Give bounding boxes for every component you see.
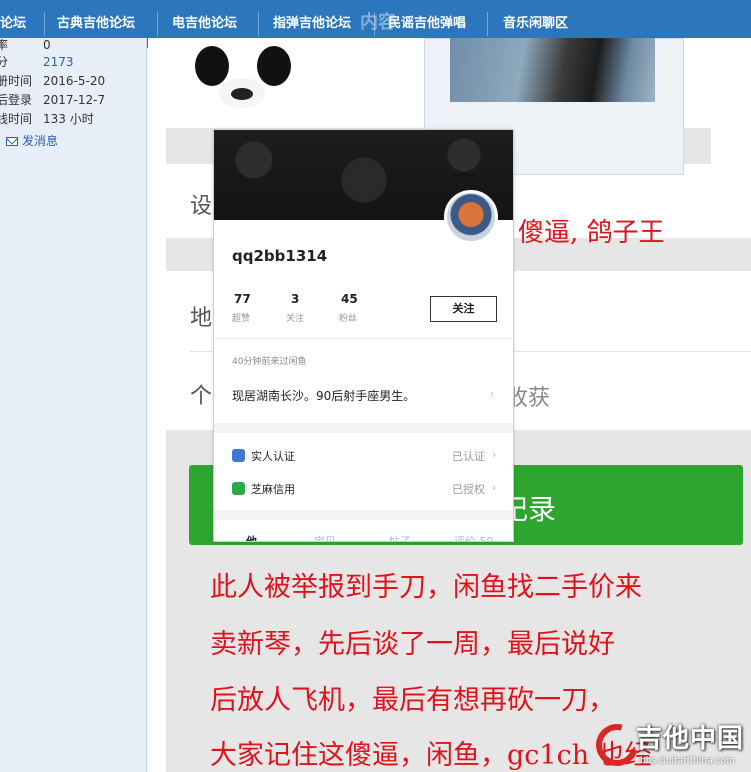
stat-label: 粉丝 bbox=[339, 314, 358, 324]
xianyu-profile-card: qq2bb1314 77 超赞 3 关注 45 粉丝 关注 40分钟前来过闲鱼 … bbox=[213, 129, 514, 542]
chevron-right-icon: › bbox=[492, 448, 497, 461]
points-link[interactable]: 2173 bbox=[43, 53, 74, 71]
nav-separator bbox=[44, 12, 45, 36]
stat-value: 3 bbox=[291, 292, 300, 306]
verification-label: 实人认证 bbox=[251, 450, 295, 463]
tab-him[interactable]: 他 bbox=[246, 533, 257, 541]
info-value: 2017-12-7 bbox=[43, 93, 106, 107]
info-key: 分 bbox=[0, 55, 9, 69]
info-key: 后登录 bbox=[0, 93, 33, 107]
username: qq2bb1314 bbox=[232, 247, 328, 265]
chevron-right-icon: › bbox=[490, 387, 495, 400]
watermark-subtitle: bbs.GuitarChina.com bbox=[640, 756, 735, 766]
follow-button[interactable]: 关注 bbox=[430, 296, 497, 322]
user-info-panel: 率 0 分 2173 册时间 2016-5-20 后登录 2017-12-7 线… bbox=[0, 38, 147, 772]
nav-separator bbox=[157, 12, 158, 36]
mail-icon bbox=[6, 137, 18, 146]
nav-separator bbox=[487, 12, 488, 36]
info-value: 133 小时 bbox=[43, 112, 94, 126]
nav-separator bbox=[374, 12, 375, 36]
tab-items[interactable]: 宝贝 bbox=[314, 533, 336, 541]
tab-posts[interactable]: 帖子 bbox=[389, 533, 411, 541]
bg-text-fragment: 地 bbox=[190, 306, 213, 331]
stat-label: 关注 bbox=[286, 314, 305, 324]
verification-status: 已授权 bbox=[452, 483, 485, 496]
annotation-line: 此人被举报到手刀，闲鱼找二手价来 bbox=[210, 572, 642, 603]
info-key: 线时间 bbox=[0, 112, 33, 126]
site-watermark: 吉他中国 bbs.GuitarChina.com bbox=[588, 716, 748, 772]
send-message-link[interactable]: 发消息 bbox=[6, 132, 58, 150]
stat-label: 超赞 bbox=[232, 314, 251, 324]
send-message-label: 发消息 bbox=[22, 134, 59, 148]
verified-badge-icon bbox=[232, 449, 245, 462]
profile-photo-image bbox=[450, 38, 655, 102]
verification-status: 已认证 bbox=[452, 450, 485, 463]
bg-text-fragment: 设 bbox=[190, 194, 213, 219]
chevron-right-icon: › bbox=[492, 481, 497, 494]
annotation-side-text: 傻逼, 鸽子王 bbox=[518, 218, 665, 248]
verification-label: 芝麻信用 bbox=[251, 483, 295, 496]
panda-avatar-image bbox=[189, 38, 296, 108]
watermark-title: 吉他中国 bbox=[636, 724, 745, 754]
stat-value: 45 bbox=[341, 292, 358, 306]
stat-value: 77 bbox=[234, 292, 251, 306]
info-key: 册时间 bbox=[0, 74, 33, 88]
nav-separator bbox=[258, 12, 259, 36]
info-value: 0 bbox=[43, 38, 51, 52]
annotation-line: 后放人飞机，最后有想再砍一刀， bbox=[210, 685, 615, 716]
bg-text-fragment: 个 bbox=[190, 384, 213, 409]
last-seen-text: 40分钟前来过闲鱼 bbox=[232, 357, 307, 367]
annotation-line: 大家记住这傻逼，闲鱼，gc1ch 也经 bbox=[210, 740, 652, 771]
info-key: 率 bbox=[0, 38, 9, 52]
info-value: 2016-5-20 bbox=[43, 74, 106, 88]
sesame-credit-icon bbox=[232, 482, 245, 495]
user-avatar[interactable] bbox=[444, 190, 498, 244]
bio-text: 现居湖南长沙。90后射手座男生。 bbox=[232, 389, 416, 403]
annotation-line: 卖新琴，先后谈了一周，最后说好 bbox=[210, 629, 615, 660]
tab-reviews[interactable]: 评价 59 bbox=[454, 533, 494, 541]
